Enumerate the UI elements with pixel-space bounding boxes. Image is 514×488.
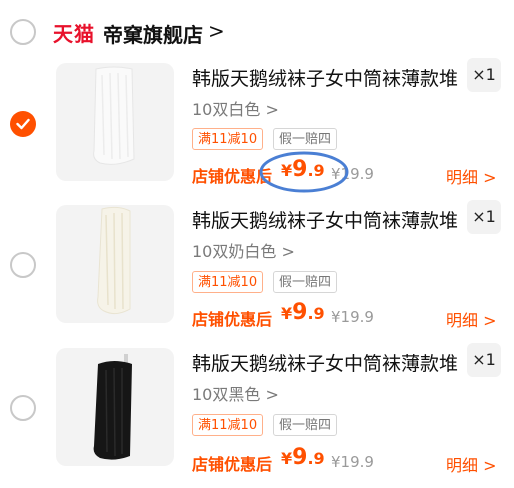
sku-selector[interactable]: 10双黑色 > xyxy=(192,381,279,405)
sock-image xyxy=(93,354,132,460)
promo-tag: 满11减10 xyxy=(192,414,264,436)
product-title[interactable]: 韩版天鹅绒袜子女中筒袜薄款堆 xyxy=(192,349,458,376)
sock-image xyxy=(93,66,135,165)
quantity-badge[interactable]: ×1 xyxy=(467,200,501,234)
price-integer: 9 xyxy=(292,445,308,470)
original-price: ¥19.9 xyxy=(331,308,374,326)
promo-price-label: 店铺优惠后 xyxy=(192,310,273,329)
sku-selector[interactable]: 10双奶白色 > xyxy=(192,238,295,262)
tmall-logo: 天猫 xyxy=(53,22,95,46)
price-integer: 9 xyxy=(292,300,308,325)
guarantee-tag: 假一赔四 xyxy=(273,271,338,293)
currency-symbol: ¥ xyxy=(281,304,293,323)
checkmark-icon xyxy=(16,118,30,130)
item-select-radio[interactable] xyxy=(10,111,36,137)
sku-selector[interactable]: 10双白色 > xyxy=(192,96,279,120)
promo-tag: 满11减10 xyxy=(192,128,264,150)
promo-tag: 满11减10 xyxy=(192,271,264,293)
guarantee-tag: 假一赔四 xyxy=(273,414,338,436)
guarantee-tag: 假一赔四 xyxy=(273,128,338,150)
price-detail-link[interactable]: 明细 > xyxy=(446,307,497,331)
product-thumbnail[interactable] xyxy=(56,205,174,323)
product-thumbnail[interactable] xyxy=(56,63,174,181)
sock-image xyxy=(97,206,131,315)
quantity-badge[interactable]: ×1 xyxy=(467,58,501,92)
promo-price-label: 店铺优惠后 xyxy=(192,455,273,474)
annotation-circle xyxy=(259,151,349,193)
price-decimal: .9 xyxy=(307,449,325,468)
chevron-right-icon: > xyxy=(208,19,225,43)
price: ¥9.9 xyxy=(281,445,325,470)
shop-select-radio[interactable] xyxy=(10,19,36,45)
price-decimal: .9 xyxy=(307,304,325,323)
original-price: ¥19.9 xyxy=(331,453,374,471)
item-select-radio[interactable] xyxy=(10,252,36,278)
product-title[interactable]: 韩版天鹅绒袜子女中筒袜薄款堆 xyxy=(192,64,458,91)
product-thumbnail[interactable] xyxy=(56,348,174,466)
price-detail-link[interactable]: 明细 > xyxy=(446,452,497,476)
price: ¥9.9 xyxy=(281,300,325,325)
price-detail-link[interactable]: 明细 > xyxy=(446,164,497,188)
product-title[interactable]: 韩版天鹅绒袜子女中筒袜薄款堆 xyxy=(192,206,458,233)
shop-name-link[interactable]: 帝窠旗舰店 xyxy=(103,19,203,48)
item-select-radio[interactable] xyxy=(10,395,36,421)
currency-symbol: ¥ xyxy=(281,449,293,468)
quantity-badge[interactable]: ×1 xyxy=(467,343,501,377)
